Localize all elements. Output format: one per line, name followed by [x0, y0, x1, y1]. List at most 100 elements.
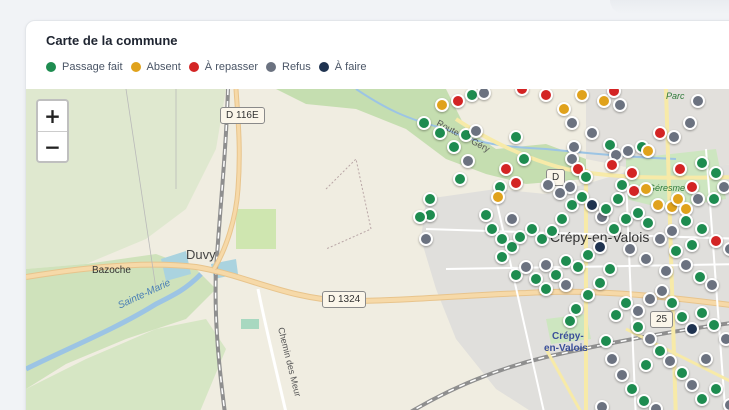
marker-passage-fait[interactable] — [639, 358, 653, 372]
marker-refus[interactable] — [631, 304, 645, 318]
marker-passage-fait[interactable] — [423, 192, 437, 206]
marker-refus[interactable] — [565, 116, 579, 130]
marker-absent[interactable] — [639, 182, 653, 196]
marker-refus[interactable] — [419, 232, 433, 246]
marker-passage-fait[interactable] — [695, 392, 709, 406]
marker-refus[interactable] — [667, 130, 681, 144]
marker-passage-fait[interactable] — [625, 382, 639, 396]
marker-refus[interactable] — [723, 242, 729, 256]
marker-passage-fait[interactable] — [695, 222, 709, 236]
marker-passage-fait[interactable] — [665, 296, 679, 310]
marker-a-repasser[interactable] — [709, 234, 723, 248]
marker-passage-fait[interactable] — [579, 170, 593, 184]
marker-passage-fait[interactable] — [479, 208, 493, 222]
marker-passage-fait[interactable] — [695, 156, 709, 170]
marker-passage-fait[interactable] — [447, 140, 461, 154]
marker-refus[interactable] — [719, 332, 729, 346]
marker-refus[interactable] — [469, 124, 483, 138]
marker-refus[interactable] — [605, 352, 619, 366]
marker-a-repasser[interactable] — [499, 162, 513, 176]
marker-passage-fait[interactable] — [611, 192, 625, 206]
marker-refus[interactable] — [541, 178, 555, 192]
marker-refus[interactable] — [659, 264, 673, 278]
marker-passage-fait[interactable] — [599, 334, 613, 348]
marker-refus[interactable] — [691, 94, 705, 108]
zoom-out-button[interactable]: − — [38, 131, 67, 161]
marker-refus[interactable] — [717, 180, 729, 194]
marker-absent[interactable] — [557, 102, 571, 116]
marker-refus[interactable] — [595, 400, 609, 410]
marker-refus[interactable] — [679, 258, 693, 272]
marker-passage-fait[interactable] — [417, 116, 431, 130]
marker-passage-fait[interactable] — [609, 308, 623, 322]
marker-absent[interactable] — [651, 198, 665, 212]
marker-a-repasser[interactable] — [539, 89, 553, 102]
marker-a-repasser[interactable] — [607, 89, 621, 98]
marker-passage-fait[interactable] — [709, 166, 723, 180]
marker-a-repasser[interactable] — [515, 89, 529, 96]
marker-passage-fait[interactable] — [669, 244, 683, 258]
marker-refus[interactable] — [461, 154, 475, 168]
marker-a-faire[interactable] — [685, 322, 699, 336]
zoom-in-button[interactable]: + — [38, 101, 67, 131]
marker-refus[interactable] — [663, 354, 677, 368]
marker-passage-fait[interactable] — [695, 306, 709, 320]
marker-refus[interactable] — [539, 258, 553, 272]
marker-refus[interactable] — [519, 260, 533, 274]
marker-absent[interactable] — [641, 144, 655, 158]
marker-passage-fait[interactable] — [603, 262, 617, 276]
marker-passage-fait[interactable] — [599, 202, 613, 216]
marker-passage-fait[interactable] — [641, 216, 655, 230]
marker-passage-fait[interactable] — [707, 318, 721, 332]
marker-a-repasser[interactable] — [625, 166, 639, 180]
marker-a-repasser[interactable] — [653, 126, 667, 140]
marker-absent[interactable] — [491, 190, 505, 204]
marker-refus[interactable] — [705, 278, 719, 292]
marker-passage-fait[interactable] — [539, 282, 553, 296]
marker-refus[interactable] — [723, 398, 729, 410]
marker-passage-fait[interactable] — [675, 366, 689, 380]
marker-a-repasser[interactable] — [673, 162, 687, 176]
marker-refus[interactable] — [643, 332, 657, 346]
marker-passage-fait[interactable] — [555, 212, 569, 226]
marker-passage-fait[interactable] — [581, 288, 595, 302]
marker-a-repasser[interactable] — [509, 176, 523, 190]
marker-passage-fait[interactable] — [563, 314, 577, 328]
marker-a-repasser[interactable] — [451, 94, 465, 108]
marker-a-repasser[interactable] — [685, 180, 699, 194]
marker-refus[interactable] — [649, 402, 663, 410]
marker-refus[interactable] — [665, 224, 679, 238]
marker-refus[interactable] — [699, 352, 713, 366]
marker-passage-fait[interactable] — [453, 172, 467, 186]
marker-refus[interactable] — [685, 378, 699, 392]
marker-passage-fait[interactable] — [675, 310, 689, 324]
marker-passage-fait[interactable] — [433, 126, 447, 140]
marker-refus[interactable] — [623, 242, 637, 256]
marker-passage-fait[interactable] — [517, 152, 531, 166]
marker-passage-fait[interactable] — [679, 214, 693, 228]
marker-absent[interactable] — [435, 98, 449, 112]
marker-passage-fait[interactable] — [571, 260, 585, 274]
marker-passage-fait[interactable] — [607, 222, 621, 236]
marker-a-repasser[interactable] — [605, 158, 619, 172]
marker-refus[interactable] — [613, 98, 627, 112]
marker-passage-fait[interactable] — [495, 250, 509, 264]
marker-refus[interactable] — [683, 116, 697, 130]
marker-refus[interactable] — [585, 126, 599, 140]
marker-a-faire[interactable] — [593, 240, 607, 254]
marker-passage-fait[interactable] — [593, 276, 607, 290]
marker-a-faire[interactable] — [585, 198, 599, 212]
marker-refus[interactable] — [553, 186, 567, 200]
marker-refus[interactable] — [655, 284, 669, 298]
marker-passage-fait[interactable] — [709, 382, 723, 396]
marker-passage-fait[interactable] — [631, 320, 645, 334]
marker-passage-fait[interactable] — [707, 192, 721, 206]
marker-passage-fait[interactable] — [685, 238, 699, 252]
marker-refus[interactable] — [691, 192, 705, 206]
marker-refus[interactable] — [505, 212, 519, 226]
marker-passage-fait[interactable] — [509, 130, 523, 144]
marker-refus[interactable] — [477, 89, 491, 100]
marker-passage-fait[interactable] — [545, 224, 559, 238]
marker-refus[interactable] — [615, 368, 629, 382]
marker-refus[interactable] — [639, 252, 653, 266]
